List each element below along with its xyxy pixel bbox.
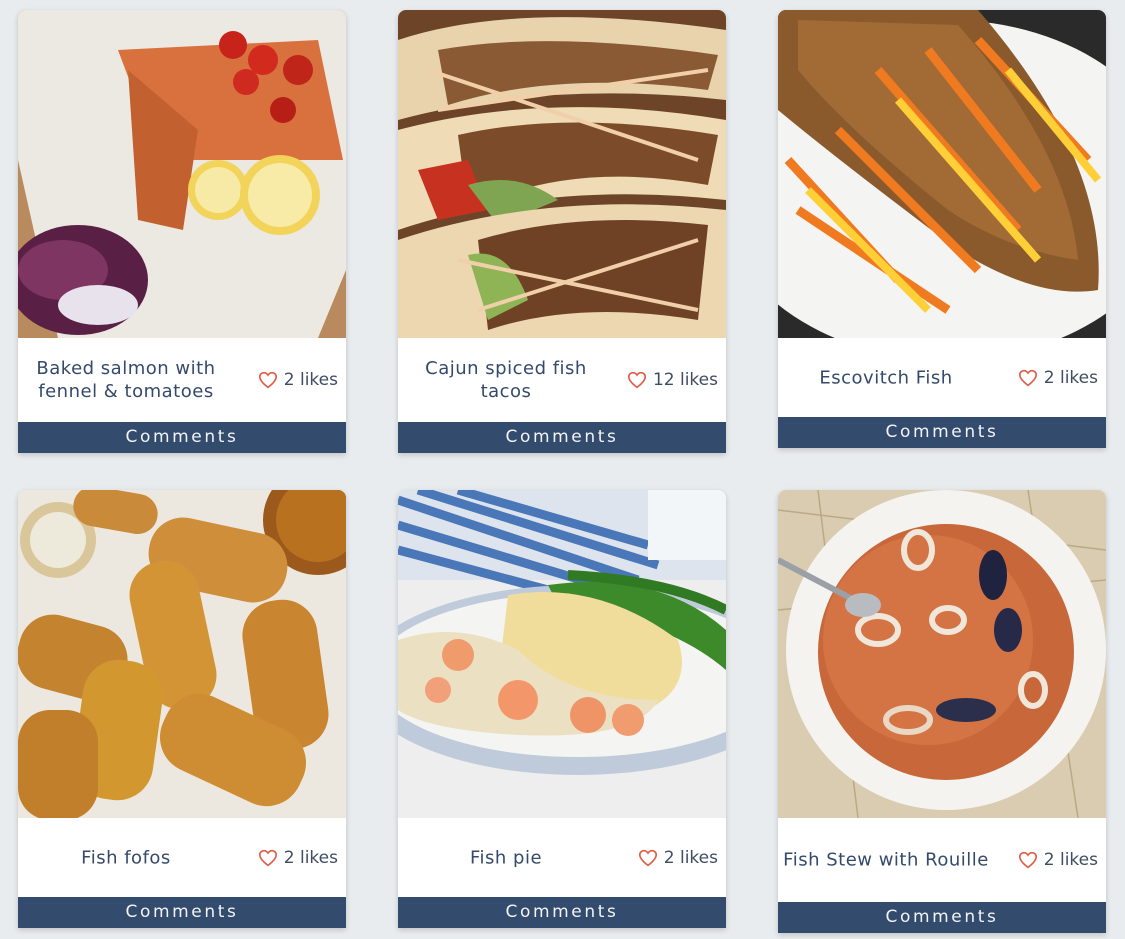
recipe-card[interactable]: Fish Stew with Rouille 2 likes Comments xyxy=(778,490,1106,933)
heart-icon[interactable] xyxy=(1018,369,1038,387)
comments-button[interactable]: Comments xyxy=(18,422,346,453)
recipe-photo[interactable] xyxy=(778,10,1106,338)
card-info: Fish fofos 2 likes xyxy=(18,818,346,897)
recipe-card[interactable]: Escovitch Fish 2 likes Comments xyxy=(778,10,1106,448)
likes-count: 2 likes xyxy=(1043,850,1098,870)
heart-icon[interactable] xyxy=(1018,851,1038,869)
likes-count: 2 likes xyxy=(283,847,338,868)
card-info: Escovitch Fish 2 likes xyxy=(778,338,1106,417)
recipe-photo[interactable] xyxy=(398,490,726,818)
card-info: Fish pie 2 likes xyxy=(398,818,726,897)
likes-count: 2 likes xyxy=(663,847,718,868)
recipe-card[interactable]: Baked salmon with fennel & tomatoes 2 li… xyxy=(18,10,346,453)
heart-icon[interactable] xyxy=(638,849,658,867)
likes[interactable]: 12 likes xyxy=(627,370,718,390)
comments-button[interactable]: Comments xyxy=(398,897,726,928)
likes[interactable]: 2 likes xyxy=(258,370,338,390)
card-info: Cajun spiced fish tacos 12 likes xyxy=(398,338,726,422)
recipe-photo[interactable] xyxy=(18,10,346,338)
heart-icon[interactable] xyxy=(627,371,647,389)
comments-button[interactable]: Comments xyxy=(778,417,1106,448)
card-info: Baked salmon with fennel & tomatoes 2 li… xyxy=(18,338,346,422)
likes[interactable]: 2 likes xyxy=(258,848,338,868)
comments-button[interactable]: Comments xyxy=(398,422,726,453)
recipe-card[interactable]: Fish fofos 2 likes Comments xyxy=(18,490,346,928)
recipe-title[interactable]: Baked salmon with fennel & tomatoes xyxy=(18,357,234,403)
recipe-card[interactable]: Fish pie 2 likes Comments xyxy=(398,490,726,928)
recipe-title[interactable]: Escovitch Fish xyxy=(778,366,994,389)
likes[interactable]: 2 likes xyxy=(1018,368,1098,388)
likes-count: 2 likes xyxy=(1043,367,1098,388)
likes-count: 2 likes xyxy=(283,370,338,390)
card-info: Fish Stew with Rouille 2 likes xyxy=(778,818,1106,902)
recipe-title[interactable]: Fish pie xyxy=(398,846,614,869)
recipe-card[interactable]: Cajun spiced fish tacos 12 likes Comment… xyxy=(398,10,726,453)
recipe-title[interactable]: Cajun spiced fish tacos xyxy=(398,357,614,403)
recipe-title[interactable]: Fish Stew with Rouille xyxy=(778,849,994,872)
likes[interactable]: 2 likes xyxy=(638,848,718,868)
heart-icon[interactable] xyxy=(258,849,278,867)
recipe-grid: Baked salmon with fennel & tomatoes 2 li… xyxy=(0,0,1125,939)
recipe-photo[interactable] xyxy=(18,490,346,818)
likes-count: 12 likes xyxy=(652,370,718,390)
comments-button[interactable]: Comments xyxy=(778,902,1106,933)
recipe-photo[interactable] xyxy=(398,10,726,338)
comments-button[interactable]: Comments xyxy=(18,897,346,928)
likes[interactable]: 2 likes xyxy=(1018,850,1098,870)
recipe-photo[interactable] xyxy=(778,490,1106,818)
heart-icon[interactable] xyxy=(258,371,278,389)
recipe-title[interactable]: Fish fofos xyxy=(18,846,234,869)
